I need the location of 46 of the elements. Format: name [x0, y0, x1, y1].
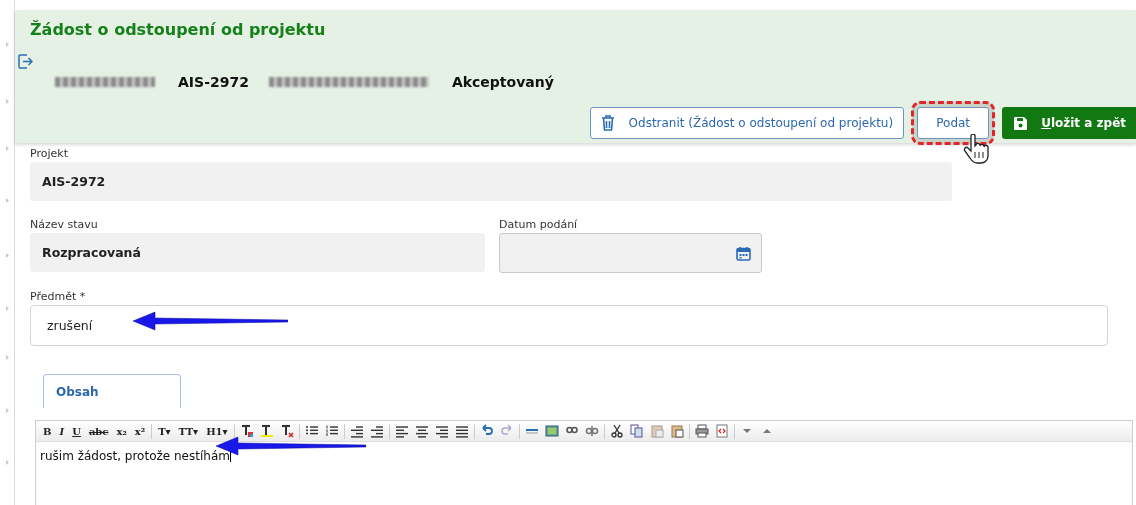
field-label: Předmět * [30, 290, 86, 303]
clear-format-icon[interactable] [279, 424, 294, 438]
highlight-color-icon[interactable] [259, 424, 274, 438]
format-button[interactable]: x² [133, 425, 147, 437]
undo-icon[interactable] [479, 424, 494, 438]
editor-text: rušim žádost, protože nestíhám [40, 449, 230, 463]
numbered-list-icon[interactable] [324, 424, 339, 438]
hand-cursor-icon [963, 134, 989, 164]
format-button[interactable]: I [58, 425, 66, 437]
field-label: Název stavu [30, 218, 98, 231]
scissors-icon[interactable] [609, 424, 624, 438]
summary-text: AIS-2972 [178, 74, 249, 90]
format-button[interactable]: x₂ [115, 425, 128, 437]
indent-icon[interactable] [369, 424, 384, 438]
readonly-field: AIS-2972 [30, 162, 952, 201]
print-icon[interactable] [694, 424, 709, 438]
format-button[interactable]: U [71, 425, 82, 437]
image-icon[interactable] [544, 424, 559, 438]
calendar-icon[interactable] [736, 245, 751, 261]
field-label: Datum podání [499, 218, 578, 231]
delete-button[interactable]: Odstranit (Žádost o odstoupení od projektu) [589, 107, 905, 139]
trash-icon [600, 115, 615, 131]
source-code-icon[interactable] [714, 424, 729, 438]
paste-text-icon[interactable] [669, 424, 684, 438]
format-button[interactable]: TT▾ [177, 425, 200, 437]
format-button[interactable]: B [42, 425, 53, 437]
field-label: Projekt [30, 147, 68, 160]
subject-input[interactable]: zrušení [30, 305, 1108, 346]
align-left-icon[interactable] [394, 424, 409, 438]
align-right-icon[interactable] [434, 424, 449, 438]
outdent-icon[interactable] [349, 424, 364, 438]
exit-icon[interactable] [18, 54, 33, 69]
summary-text: Akceptovaný [451, 74, 554, 90]
tab[interactable]: Obsah [43, 374, 181, 408]
page-title: Žádost o odstoupení od projektu [30, 20, 326, 40]
format-button[interactable]: T▾ [157, 425, 172, 437]
justify-icon[interactable] [454, 424, 469, 438]
unlink-icon[interactable] [584, 424, 599, 438]
copy-icon[interactable] [629, 424, 644, 438]
text-color-icon[interactable] [239, 424, 254, 438]
save-button[interactable]: Uložit a zpět [1002, 107, 1136, 139]
format-button[interactable]: H1▾ [205, 425, 229, 437]
align-center-icon[interactable] [414, 424, 429, 438]
date-field[interactable] [499, 233, 762, 273]
readonly-field: Rozpracovaná [30, 233, 485, 272]
format-button[interactable]: abc [87, 425, 110, 437]
